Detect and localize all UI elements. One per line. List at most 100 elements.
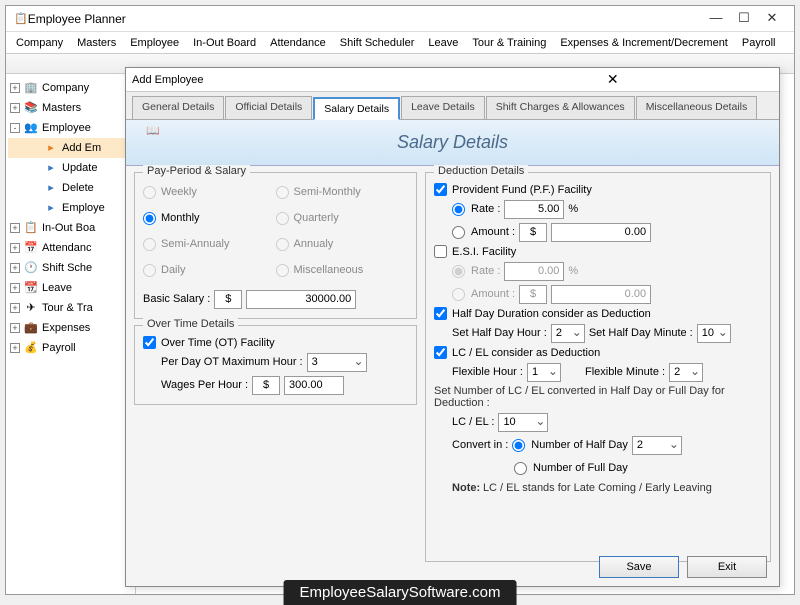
close-button[interactable]: ✕: [758, 9, 786, 29]
briefcase-icon: 💼: [24, 321, 38, 335]
menu-employee[interactable]: Employee: [124, 35, 185, 51]
dialog-titlebar: Add Employee ✕: [126, 68, 779, 92]
board-icon: 📋: [24, 221, 38, 235]
tab-leave[interactable]: Leave Details: [401, 96, 485, 119]
menu-leave[interactable]: Leave: [422, 35, 464, 51]
tree-expenses[interactable]: +💼Expenses: [8, 318, 133, 338]
radio-semiannual[interactable]: [143, 238, 156, 251]
dialog-close-button[interactable]: ✕: [453, 71, 774, 89]
menu-tour[interactable]: Tour & Training: [466, 35, 552, 51]
esi-rate-radio[interactable]: [452, 265, 465, 278]
menu-attendance[interactable]: Attendance: [264, 35, 332, 51]
tree-inout[interactable]: +📋In-Out Boa: [8, 218, 133, 238]
halfday-checkbox[interactable]: [434, 307, 447, 320]
tree-shift[interactable]: +🕐Shift Sche: [8, 258, 133, 278]
pf-rate-input[interactable]: 5.00: [504, 200, 564, 219]
wages-label: Wages Per Hour :: [161, 379, 248, 391]
calendar-icon: 📅: [24, 241, 38, 255]
ot-hour-label: Per Day OT Maximum Hour :: [161, 356, 303, 368]
deduction-group: Deduction Details Provident Fund (P.F.) …: [425, 172, 771, 562]
dialog-title: Add Employee: [132, 74, 453, 86]
tab-official[interactable]: Official Details: [225, 96, 312, 119]
radio-quarterly[interactable]: [276, 212, 289, 225]
date-icon: 📆: [24, 281, 38, 295]
banner-title: Salary Details: [397, 132, 508, 153]
basic-salary-label: Basic Salary :: [143, 293, 210, 305]
radio-weekly[interactable]: [143, 186, 156, 199]
tree-company[interactable]: +🏢Company: [8, 78, 133, 98]
menu-masters[interactable]: Masters: [71, 35, 122, 51]
ot-checkbox[interactable]: [143, 336, 156, 349]
tab-general[interactable]: General Details: [132, 96, 224, 119]
app-icon: 📋: [14, 12, 28, 25]
building-icon: 🏢: [24, 81, 38, 95]
menu-inout[interactable]: In-Out Board: [187, 35, 262, 51]
tab-misc[interactable]: Miscellaneous Details: [636, 96, 758, 119]
tab-shift[interactable]: Shift Charges & Allowances: [486, 96, 635, 119]
pay-period-group: Pay-Period & Salary Weekly Semi-Monthly …: [134, 172, 417, 319]
radio-monthly[interactable]: [143, 212, 156, 225]
clock-icon: 🕐: [24, 261, 38, 275]
halfday-hour-select[interactable]: 2: [551, 324, 585, 343]
lcel-checkbox[interactable]: [434, 346, 447, 359]
pf-rate-radio[interactable]: [452, 203, 465, 216]
tree-tour[interactable]: +✈Tour & Tra: [8, 298, 133, 318]
tree-leave[interactable]: +📆Leave: [8, 278, 133, 298]
tree-employee[interactable]: -👥Employee: [8, 118, 133, 138]
play-icon: ▸: [44, 181, 58, 195]
watermark: EmployeeSalarySoftware.com: [284, 580, 517, 605]
menubar: Company Masters Employee In-Out Board At…: [6, 32, 794, 54]
minimize-button[interactable]: —: [702, 9, 730, 29]
halfday-min-select[interactable]: 10: [697, 324, 731, 343]
maximize-button[interactable]: ☐: [730, 9, 758, 29]
planner-icon: 📖: [146, 124, 206, 162]
esi-amount-radio[interactable]: [452, 288, 465, 301]
books-icon: 📚: [24, 101, 38, 115]
tree-update[interactable]: ▸Update: [8, 158, 133, 178]
tree-payroll[interactable]: +💰Payroll: [8, 338, 133, 358]
tab-salary[interactable]: Salary Details: [313, 97, 400, 120]
flex-hour-select[interactable]: 1: [527, 363, 561, 382]
tree-masters[interactable]: +📚Masters: [8, 98, 133, 118]
radio-annual[interactable]: [276, 238, 289, 251]
flex-min-select[interactable]: 2: [669, 363, 703, 382]
currency-symbol: $: [214, 290, 242, 309]
ot-hour-select[interactable]: 3: [307, 353, 367, 372]
titlebar: 📋 Employee Planner — ☐ ✕: [6, 6, 794, 32]
plane-icon: ✈: [24, 301, 38, 315]
esi-rate-input: 0.00: [504, 262, 564, 281]
esi-checkbox[interactable]: [434, 245, 447, 258]
lcel-select[interactable]: 10: [498, 413, 548, 432]
save-button[interactable]: Save: [599, 556, 679, 578]
tree-emp[interactable]: ▸Employe: [8, 198, 133, 218]
tree-delete[interactable]: ▸Delete: [8, 178, 133, 198]
pf-amount-input[interactable]: 0.00: [551, 223, 651, 242]
play-icon: ▸: [44, 161, 58, 175]
menu-company[interactable]: Company: [10, 35, 69, 51]
people-icon: 👥: [24, 121, 38, 135]
convert-val-select[interactable]: 2: [632, 436, 682, 455]
window-title: Employee Planner: [28, 12, 702, 26]
menu-payroll[interactable]: Payroll: [736, 35, 782, 51]
arrow-icon: ▸: [44, 141, 58, 155]
tree-add-employee[interactable]: ▸Add Em: [8, 138, 133, 158]
tree-attendance[interactable]: +📅Attendanc: [8, 238, 133, 258]
radio-misc[interactable]: [276, 264, 289, 277]
menu-shift[interactable]: Shift Scheduler: [334, 35, 421, 51]
money-icon: 💰: [24, 341, 38, 355]
pf-amount-radio[interactable]: [452, 226, 465, 239]
wages-input[interactable]: 300.00: [284, 376, 344, 395]
deduction-title: Deduction Details: [434, 165, 528, 177]
basic-salary-input[interactable]: 30000.00: [246, 290, 356, 309]
banner: 📖 Salary Details: [126, 120, 779, 166]
radio-semimonthly[interactable]: [276, 186, 289, 199]
overtime-group: Over Time Details Over Time (OT) Facilit…: [134, 325, 417, 405]
menu-expenses[interactable]: Expenses & Increment/Decrement: [554, 35, 734, 51]
exit-button[interactable]: Exit: [687, 556, 767, 578]
convert-full-radio[interactable]: [514, 462, 527, 475]
convert-half-radio[interactable]: [512, 439, 525, 452]
esi-amount-input: 0.00: [551, 285, 651, 304]
pf-checkbox[interactable]: [434, 183, 447, 196]
radio-daily[interactable]: [143, 264, 156, 277]
tab-strip: General Details Official Details Salary …: [126, 92, 779, 120]
